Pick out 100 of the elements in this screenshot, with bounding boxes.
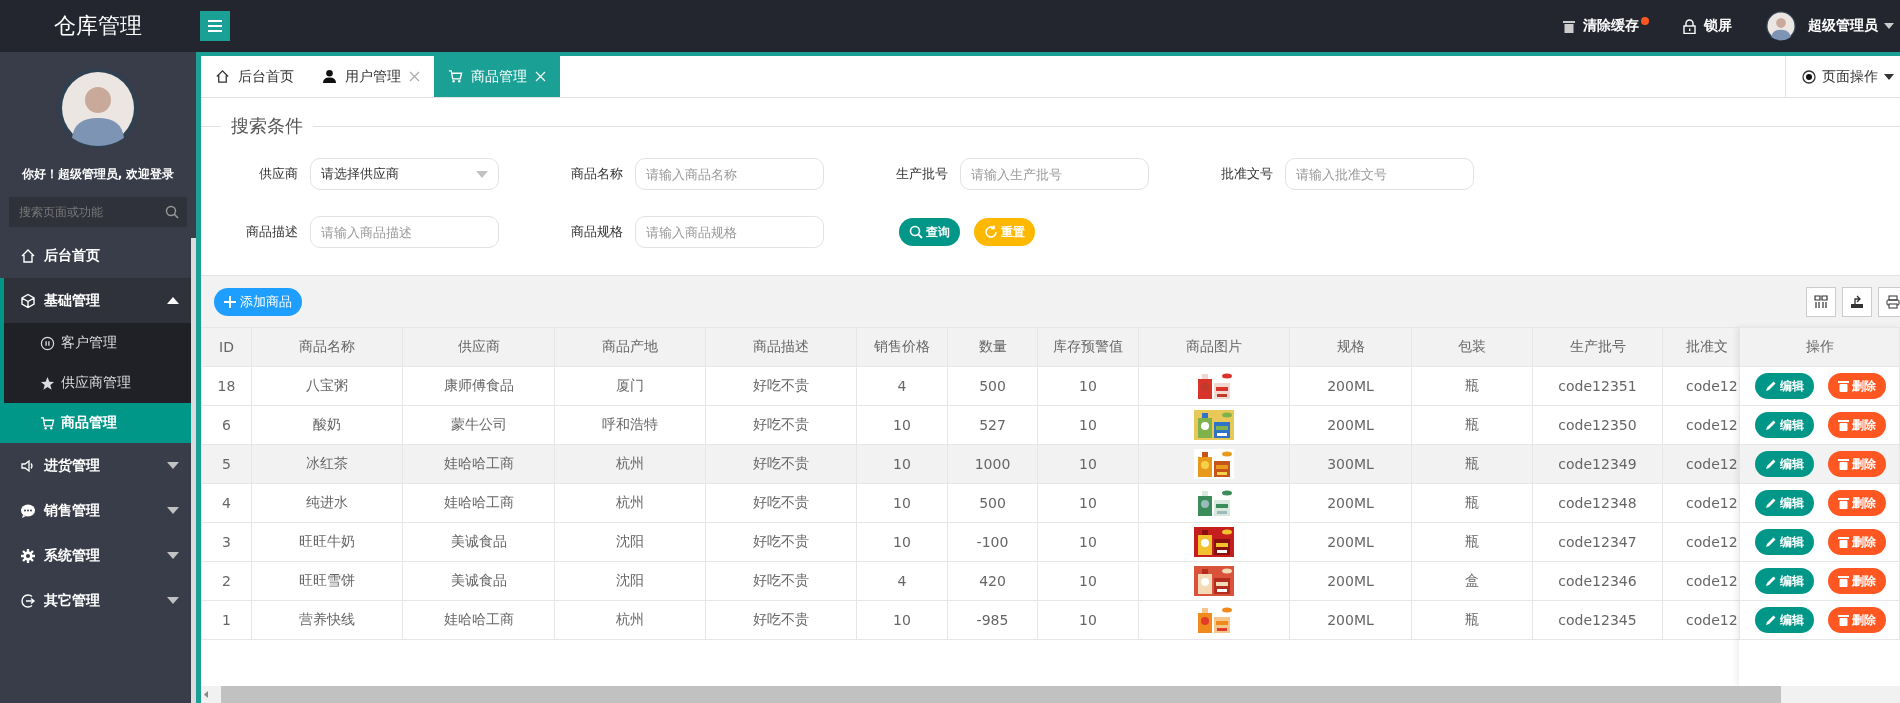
table-cell: 瓶 [1465, 494, 1479, 510]
delete-button[interactable]: 删除 [1828, 451, 1886, 477]
table-cell: 营养快线 [299, 611, 355, 627]
table-cell: 杭州 [616, 455, 644, 471]
table-cell: code12 [1686, 573, 1738, 589]
table-cell: 500 [979, 378, 1006, 394]
table-cell: code12 [1686, 417, 1738, 433]
edit-button[interactable]: 编辑 [1755, 373, 1814, 399]
column-header: 操作 [1805, 338, 1834, 354]
delete-button[interactable]: 删除 [1828, 412, 1886, 438]
input-field[interactable]: 请输入批准文号 [1285, 158, 1474, 190]
table-cell: code12350 [1558, 417, 1637, 433]
table-cell: 娃哈哈工商 [443, 611, 514, 627]
column-header: 销售价格 [874, 338, 930, 354]
select-field[interactable]: 请选择供应商 [310, 158, 499, 190]
input-field[interactable]: 请输入商品规格 [635, 216, 824, 248]
delete-button[interactable]: 删除 [1828, 490, 1886, 516]
table-cell: 500 [979, 495, 1006, 511]
user-menu[interactable]: 超级管理员 [1808, 17, 1894, 35]
sidebar-item[interactable]: 销售管理 [0, 488, 191, 533]
column-header: 商品描述 [753, 338, 809, 354]
table-cell: 呼和浩特 [602, 416, 658, 432]
field-label: 供应商 [258, 165, 298, 183]
input-field[interactable]: 请输入商品名称 [635, 158, 824, 190]
table-cell: 盒 [1465, 572, 1479, 588]
sidebar-subitem[interactable]: 商品管理 [0, 403, 191, 443]
table-cell: 杭州 [616, 611, 644, 627]
table-cell: 10 [1079, 612, 1097, 628]
header-action[interactable]: 锁屏 [1704, 17, 1732, 35]
table-cell: 10 [1079, 534, 1097, 550]
table-cell: 厦门 [616, 377, 644, 393]
edit-button[interactable]: 编辑 [1755, 568, 1814, 594]
table-cell: 旺旺牛奶 [299, 533, 355, 549]
table-cell: 好吃不贵 [753, 455, 809, 471]
table-cell: 沈阳 [616, 572, 644, 588]
table-cell: 5 [222, 456, 231, 472]
input-field[interactable]: 请输入商品描述 [310, 216, 499, 248]
table-cell: code12 [1686, 378, 1738, 394]
table-cell: 瓶 [1465, 611, 1479, 627]
table-cell: 1000 [974, 456, 1011, 472]
field-label: 批准文号 [1220, 165, 1273, 183]
delete-button[interactable]: 删除 [1828, 373, 1886, 399]
delete-button[interactable]: 删除 [1828, 568, 1886, 594]
table-cell: 4 [222, 495, 231, 511]
column-header: 数量 [978, 338, 1007, 354]
table-cell: 瓶 [1465, 455, 1479, 471]
table-cell: 527 [979, 417, 1006, 433]
table-cell: 420 [979, 573, 1006, 589]
edit-button[interactable]: 编辑 [1755, 412, 1814, 438]
sidebar-item[interactable]: 基础管理 [0, 278, 191, 323]
field-label: 商品规格 [570, 223, 623, 241]
table-cell: 200ML [1327, 378, 1374, 394]
edit-button[interactable]: 编辑 [1755, 607, 1814, 633]
header-action[interactable]: 清除缓存 [1583, 17, 1639, 35]
edit-button[interactable]: 编辑 [1755, 451, 1814, 477]
table-cell: 瓶 [1465, 416, 1479, 432]
table-cell: 300ML [1327, 456, 1374, 472]
column-header: 商品图片 [1186, 338, 1242, 354]
edit-button[interactable]: 编辑 [1755, 529, 1814, 555]
table-cell: 200ML [1327, 534, 1374, 550]
table-cell: 10 [1079, 456, 1097, 472]
section-title: 搜索条件 [231, 114, 303, 138]
search-button[interactable]: 查询 [899, 218, 960, 246]
table-cell: code12 [1686, 456, 1738, 472]
column-header: ID [219, 339, 234, 355]
column-header: 商品名称 [299, 338, 355, 354]
column-header: 包装 [1458, 338, 1486, 354]
table-cell: 4 [897, 573, 907, 589]
sidebar-item[interactable]: 后台首页 [0, 233, 191, 278]
column-header: 批准文 [1686, 338, 1728, 354]
table-cell: 康师傅食品 [443, 377, 514, 393]
delete-button[interactable]: 删除 [1828, 607, 1886, 633]
table-cell: 娃哈哈工商 [443, 494, 514, 510]
field-label: 商品描述 [245, 223, 298, 241]
table-cell: code12 [1686, 534, 1738, 550]
welcome-text: 你好！超级管理员, 欢迎登录 [20, 166, 176, 183]
sidebar-item[interactable]: 系统管理 [0, 533, 191, 578]
table-cell: 好吃不贵 [753, 572, 809, 588]
add-button[interactable]: 添加商品 [214, 287, 302, 316]
column-header: 规格 [1336, 338, 1365, 354]
field-label: 生产批号 [895, 165, 948, 183]
sidebar-item[interactable]: 进货管理 [0, 443, 191, 488]
table-cell: 旺旺雪饼 [299, 572, 355, 588]
table-cell: 200ML [1327, 573, 1374, 589]
sidebar-item[interactable]: 其它管理 [0, 578, 191, 623]
table-cell: 杭州 [616, 494, 644, 510]
table-cell: code12348 [1558, 495, 1637, 511]
app-title: 仓库管理 [53, 12, 143, 40]
edit-button[interactable]: 编辑 [1755, 490, 1814, 516]
search-field[interactable]: 搜索页面或功能 [9, 197, 187, 227]
delete-button[interactable]: 删除 [1828, 529, 1886, 555]
table-cell: 6 [222, 417, 231, 433]
table-cell: 八宝粥 [306, 377, 348, 393]
table-cell: code12345 [1558, 612, 1637, 628]
table-cell: 18 [217, 378, 236, 394]
input-field[interactable]: 请输入生产批号 [960, 158, 1149, 190]
table-cell: 娃哈哈工商 [443, 455, 514, 471]
tab[interactable]: 商品管理 [434, 56, 560, 97]
table-cell: -100 [976, 534, 1009, 550]
table-cell: code12 [1686, 495, 1738, 511]
